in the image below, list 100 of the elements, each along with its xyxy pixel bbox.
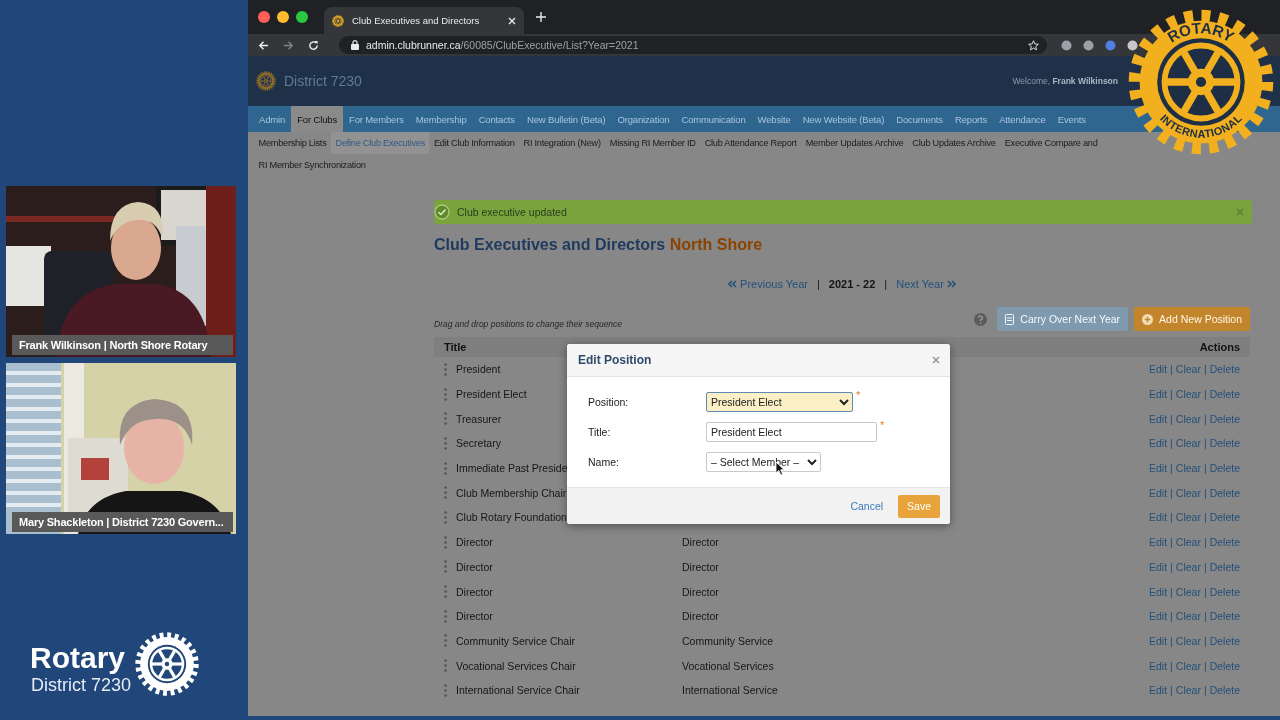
plus-icon[interactable] [536,12,546,22]
action-link[interactable]: Edit [1149,536,1168,549]
action-link[interactable]: Edit [1149,511,1168,524]
action-link[interactable]: Edit [1149,388,1168,401]
action-link[interactable]: Delete [1209,437,1240,450]
action-link[interactable]: Delete [1209,610,1240,623]
drag-handle-icon[interactable] [444,560,447,574]
forward-icon[interactable] [283,39,294,51]
action-link[interactable]: Clear [1175,511,1201,524]
drag-handle-icon[interactable] [444,585,447,599]
action-link[interactable]: Delete [1209,462,1240,475]
window-control-icon[interactable] [296,11,308,23]
next-year-link[interactable]: Next Year [896,278,956,290]
subnav-link[interactable]: Club Attendance Report [700,132,802,154]
action-link[interactable]: Clear [1175,437,1201,450]
nav-tab[interactable]: Membership [409,106,473,132]
action-link[interactable]: Delete [1209,536,1240,549]
drag-handle-icon[interactable] [444,683,447,697]
action-link[interactable]: Delete [1209,486,1240,499]
extension-icon[interactable] [1105,39,1116,51]
action-link[interactable]: Edit [1149,437,1168,450]
browser-tab[interactable]: Club Executives and Directors [324,7,524,34]
drag-handle-icon[interactable] [444,659,447,673]
help-icon[interactable] [974,312,988,326]
nav-tab[interactable]: Organization [611,106,676,132]
action-link[interactable]: Clear [1175,536,1201,549]
action-link[interactable]: Clear [1175,486,1201,499]
action-link[interactable]: Edit [1149,363,1168,376]
action-link[interactable]: Edit [1149,610,1168,623]
drag-handle-icon[interactable] [444,510,447,524]
action-link[interactable]: Clear [1175,659,1201,672]
action-link[interactable]: Edit [1149,585,1168,598]
action-link[interactable]: Clear [1175,363,1201,376]
window-control-icon[interactable] [277,11,289,23]
action-link[interactable]: Clear [1175,634,1201,647]
subnav-link[interactable]: RI Member Synchronization [254,154,371,176]
action-link[interactable]: Edit [1149,659,1168,672]
drag-handle-icon[interactable] [444,436,447,450]
action-link[interactable]: Clear [1175,585,1201,598]
action-link[interactable]: Clear [1175,412,1201,425]
nav-tab[interactable]: For Clubs [291,106,343,132]
nav-tab[interactable]: Website [751,106,797,132]
subnav-link[interactable]: Edit Club Information [429,132,520,154]
add-position-button[interactable]: Add New Position [1134,307,1250,331]
action-link[interactable]: Delete [1209,388,1240,401]
action-link[interactable]: Delete [1209,659,1240,672]
drag-handle-icon[interactable] [444,461,447,475]
subnav-link[interactable]: Club Updates Archive [907,132,1001,154]
cancel-link[interactable]: Cancel [850,500,884,512]
save-button[interactable]: Save [898,494,940,518]
action-link[interactable]: Clear [1175,388,1201,401]
action-link[interactable]: Edit [1149,486,1168,499]
nav-tab[interactable]: For Members [343,106,410,132]
action-link[interactable]: Delete [1209,511,1240,524]
action-link[interactable]: Edit [1149,684,1168,697]
subnav-link[interactable]: Missing RI Member ID [605,132,701,154]
action-link[interactable]: Delete [1209,363,1240,376]
address-bar[interactable]: admin.clubrunner.ca/60085/ClubExecutive/List?Year=2021 [339,36,1047,54]
subnav-link[interactable]: Membership Lists [254,132,331,154]
action-link[interactable]: Edit [1149,462,1168,475]
drag-handle-icon[interactable] [444,609,447,623]
action-link[interactable]: Delete [1209,585,1240,598]
previous-year-link[interactable]: Previous Year [728,278,808,290]
action-link[interactable]: Delete [1209,560,1240,573]
nav-tab[interactable]: Attendance [993,106,1052,132]
nav-tab[interactable]: New Bulletin (Beta) [520,106,612,132]
action-link[interactable]: Clear [1175,684,1201,697]
back-icon[interactable] [258,39,269,51]
nav-tab[interactable]: New Website (Beta) [796,106,891,132]
nav-tab[interactable]: Contacts [472,106,521,132]
subnav-link[interactable]: Define Club Executives [331,132,430,154]
reload-icon[interactable] [308,39,319,51]
nav-tab[interactable]: Events [1051,106,1092,132]
window-control-icon[interactable] [258,11,270,23]
nav-tab[interactable]: Documents [890,106,949,132]
nav-tab[interactable]: Admin [253,106,292,132]
drag-handle-icon[interactable] [444,535,447,549]
drag-handle-icon[interactable] [444,634,447,648]
action-link[interactable]: Delete [1209,684,1240,697]
subnav-link[interactable]: RI Integration (New) [519,132,606,154]
extension-icon[interactable] [1061,39,1072,51]
drag-handle-icon[interactable] [444,387,447,401]
drag-handle-icon[interactable] [444,412,447,426]
action-link[interactable]: Edit [1149,634,1168,647]
drag-handle-icon[interactable] [444,486,447,500]
action-link[interactable]: Edit [1149,412,1168,425]
action-link[interactable]: Clear [1175,560,1201,573]
subnav-link[interactable]: Executive Compare and [1000,132,1102,154]
dropdown[interactable]: President Elect [706,392,853,412]
star-icon[interactable] [1028,39,1039,51]
action-link[interactable]: Clear [1175,610,1201,623]
extension-icon[interactable] [1127,39,1138,51]
extension-icon[interactable] [1083,39,1094,51]
action-link[interactable]: Edit [1149,560,1168,573]
action-link[interactable]: Delete [1209,412,1240,425]
text-field[interactable]: President Elect [706,422,877,442]
action-link[interactable]: Delete [1209,634,1240,647]
drag-handle-icon[interactable] [444,362,447,376]
nav-tab[interactable]: Reports [948,106,994,132]
subnav-link[interactable]: Member Updates Archive [801,132,908,154]
